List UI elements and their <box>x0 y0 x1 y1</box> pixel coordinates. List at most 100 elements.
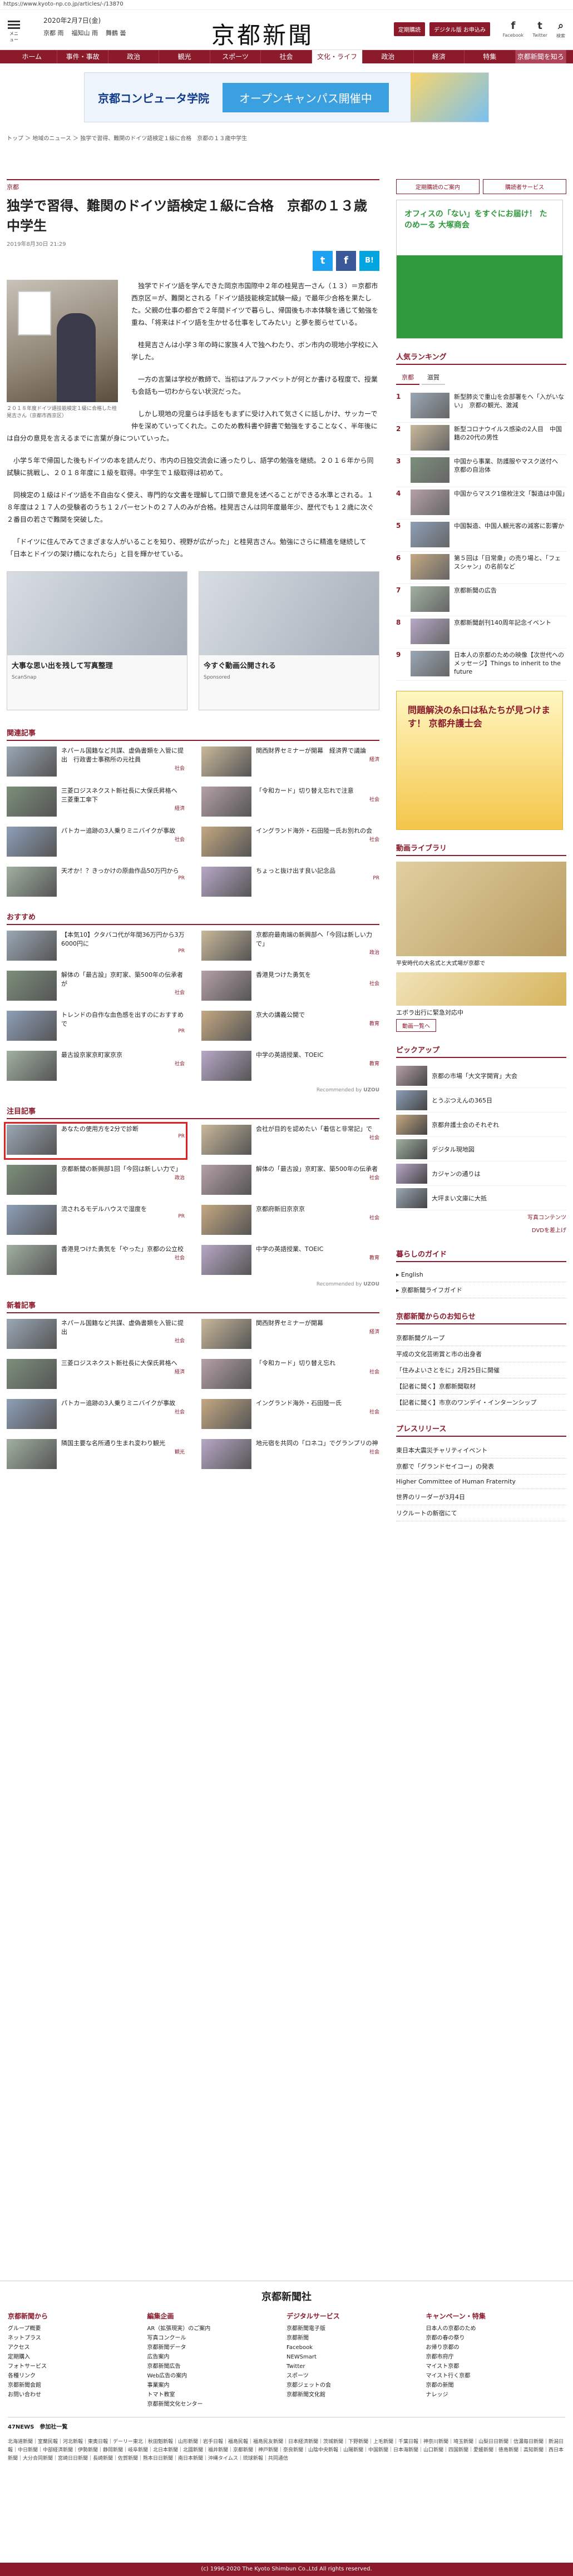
list-item[interactable]: トレンドの自作な血色感を出すのにおすすめで PR <box>7 1011 185 1043</box>
nav-item-3[interactable]: 観光 <box>159 50 210 63</box>
list-item[interactable]: 流されるモデルハウスで湿度を PR <box>7 1205 185 1237</box>
menu-icon[interactable]: メニュー <box>8 19 20 43</box>
url-bar[interactable]: https://www.kyoto-np.co.jp/articles/-/13… <box>0 0 573 10</box>
pickup-item[interactable]: 京都の市場「大文字開宵」大会 <box>396 1064 566 1088</box>
list-item[interactable]: 中学の英語授業、TOEIC 教育 <box>201 1245 379 1277</box>
footer-link[interactable]: 京都の春の祭り <box>426 2333 566 2343</box>
bottom-ad-0[interactable]: 大事な思い出を残して写真整理 ScanSnap <box>7 571 187 710</box>
list-item[interactable]: 解体の「最古設」京町家、築500年の伝承者が 社会 <box>7 971 185 1003</box>
header-button-1[interactable]: デジタル版 お申込み <box>429 22 490 36</box>
list-item[interactable]: ネパール国籍など共謀、虚偽書類を入管に提出 行政書士事務所の元社員 社会 <box>7 746 185 779</box>
notice-link[interactable]: 【記者に聞く】市京のワンデイ・インターンシップ <box>396 1395 566 1411</box>
list-item[interactable]: パトカー追跡の3人乗りミニバイクが事故 社会 <box>7 1399 185 1431</box>
footer-link[interactable]: アクセス <box>8 2343 147 2352</box>
footer-link[interactable]: マイスト京都 <box>426 2362 566 2371</box>
list-item[interactable]: 天才か！？きっかけの原曲作品50万円から PR <box>7 867 185 899</box>
footer-logo[interactable]: 京都新聞社 <box>0 2281 573 2311</box>
list-item[interactable]: ネパール国籍など共謀、虚偽書類を入管に提出 社会 <box>7 1319 185 1351</box>
ranking-item[interactable]: 3 中国から事業、防護服やマスク送付へ 京都の自治体 <box>396 455 566 487</box>
list-item[interactable]: 三菱ロジスネクスト新社長に大保氏昇格へ 三菱重工傘下 経済 <box>7 787 185 819</box>
footer-link[interactable]: ネットプラス <box>8 2333 147 2343</box>
list-item[interactable]: パトカー追跡の3人乗りミニバイクが事故 社会 <box>7 827 185 859</box>
subscribe-button[interactable]: 定期購読のご案内 <box>396 179 480 194</box>
47news-list[interactable]: 北海道新聞｜室蘭民報｜河北新報｜東奥日報｜デーリー東北｜秋田魁新報｜山形新聞｜岩… <box>8 2438 565 2463</box>
footer-link[interactable]: Facebook <box>286 2343 426 2352</box>
footer-link[interactable]: 京都新聞文化館 <box>286 2390 426 2400</box>
footer-link[interactable]: お問い合わせ <box>8 2390 147 2400</box>
footer-link[interactable]: NEWSmart <box>286 2352 426 2362</box>
video-more-button[interactable]: 動画一覧へ <box>396 1019 436 1032</box>
list-item[interactable]: 地元宿を共同の「ロネコ」でグランプリの神 社会 <box>201 1439 379 1471</box>
footer-link[interactable]: 日本人の京都のため <box>426 2324 566 2333</box>
ranking-item[interactable]: 6 第５回は「日常衆」の売り場と、「フェスシャン」の名前など <box>396 552 566 584</box>
subscriber-service-button[interactable]: 購読者サービス <box>483 179 566 194</box>
nav-item-9[interactable]: 特集 <box>465 50 516 63</box>
footer-link[interactable]: グループ概要 <box>8 2324 147 2333</box>
press-link[interactable]: Higher Committee of Human Fraternity <box>396 1475 566 1489</box>
footer-link[interactable]: 京都新聞データ <box>147 2343 287 2352</box>
video-sub[interactable]: エボラ出行に緊急対応中 <box>396 1006 566 1019</box>
list-item[interactable]: 京都新聞の新興部1回「今回は新しい力で」 政治 <box>7 1165 185 1197</box>
footer-link[interactable]: フォトサービス <box>8 2362 147 2371</box>
footer-link[interactable]: AR（拡張現実）のご案内 <box>147 2324 287 2333</box>
footer-link[interactable]: 京都市府庁 <box>426 2352 566 2362</box>
notice-link[interactable]: 京都新聞グループ <box>396 1330 566 1346</box>
video-thumb[interactable] <box>396 862 566 956</box>
facebook-share-icon[interactable]: f <box>336 251 356 271</box>
footer-link[interactable]: Twitter <box>286 2362 426 2371</box>
social-0[interactable]: f Facebook <box>503 20 524 39</box>
extra-link[interactable]: DVDを差上げ <box>396 1223 566 1236</box>
footer-link[interactable]: 京都新聞電子版 <box>286 2324 426 2333</box>
pickup-more[interactable]: 写真コンテンツ <box>396 1210 566 1223</box>
footer-link[interactable]: スポーツ <box>286 2371 426 2381</box>
footer-link[interactable]: トマト教室 <box>147 2390 287 2400</box>
notice-link[interactable]: 【記者に聞く】京都新聞取材 <box>396 1378 566 1395</box>
social-2[interactable]: ⌕ 検索 <box>556 20 565 39</box>
list-item[interactable]: 関西財界セミナーが開幕 経済界で議論 経済 <box>201 746 379 779</box>
nav-item-8[interactable]: 経済 <box>414 50 465 63</box>
breadcrumb[interactable]: トップ ＞ 地域のニュース ＞ 独学で習得、難関のドイツ語検定１級に合格 京都の… <box>0 131 573 144</box>
ranking-item[interactable]: 4 中国からマスク1億枚注文「製造は中国」 <box>396 487 568 520</box>
social-1[interactable]: t Twitter <box>532 20 547 39</box>
footer-link[interactable]: 事業案内 <box>147 2381 287 2390</box>
header-button-0[interactable]: 定期購読 <box>394 22 425 36</box>
press-link[interactable]: 世界のリーダーが3月4日 <box>396 1489 566 1505</box>
list-item[interactable]: 隣国主要な名所通り生まれ変わり観光 観光 <box>7 1439 185 1471</box>
article-image[interactable] <box>7 280 118 402</box>
press-link[interactable]: 京都で「グランドセイコー」の発表 <box>396 1458 566 1475</box>
article-category[interactable]: 京都 <box>7 179 379 191</box>
footer-link[interactable]: 各種リンク <box>8 2371 147 2381</box>
nav-item-1[interactable]: 事件・事故 <box>57 50 108 63</box>
list-item[interactable]: イングランド海外・石田陸一氏お別れの会 社会 <box>201 827 379 859</box>
ranking-item[interactable]: 5 中国製造、中国人観光客の減客に影響か <box>396 520 566 552</box>
ranking-item[interactable]: 9 日本人の京都のための映像【次世代へのメッセージ】Things to inher… <box>396 649 566 681</box>
press-link[interactable]: 東日本大震災チャリティイベント <box>396 1442 566 1458</box>
pickup-item[interactable]: カジャンの通りは <box>396 1161 566 1186</box>
tab-kyoto[interactable]: 京都 <box>396 370 419 385</box>
tab-shiga[interactable]: 滋賀 <box>422 370 445 385</box>
nav-item-6[interactable]: 文化・ライフ <box>312 50 363 63</box>
ranking-item[interactable]: 1 新型肺炎で重山を会部署をへ「入がいない」 京都の観光、激減 <box>396 390 566 423</box>
footer-link[interactable]: Web広告の案内 <box>147 2371 287 2381</box>
bottom-ad-1[interactable]: 今すぐ動画公開される Sponsored <box>199 571 379 710</box>
list-item[interactable]: 香港見つけた勇気を「やった」京都の公立校 社会 <box>7 1245 185 1277</box>
footer-link[interactable]: 京都新聞文化センター <box>147 2400 287 2409</box>
twitter-share-icon[interactable]: t <box>313 251 333 271</box>
list-item[interactable]: 会社が目的を認めたい「着信と非常記」で 社会 <box>201 1125 379 1157</box>
video-thumb-2[interactable] <box>396 972 566 1006</box>
list-item[interactable]: 【本気10】クタバコ代が年間36万円から3万6000円に PR <box>7 931 185 963</box>
list-item[interactable]: 「令和カード」切り替え忘れで注意 社会 <box>201 787 379 819</box>
top-banner-ad[interactable]: 京都コンピュータ学院 オープンキャンパス開催中 <box>84 72 489 122</box>
nav-item-2[interactable]: 政治 <box>108 50 160 63</box>
footer-link[interactable]: 京都新聞広告 <box>147 2362 287 2371</box>
pickup-item[interactable]: とうぶつえんの365日 <box>396 1088 566 1113</box>
list-item[interactable]: 京大の講義公開で 教育 <box>201 1011 379 1043</box>
list-item[interactable]: 解体の「最古設」京町家、築500年の伝承者 社会 <box>201 1165 379 1197</box>
list-item[interactable]: あなたの使用方を2分で診断 PR <box>4 1122 187 1160</box>
press-link[interactable]: リクルートの新宿にて <box>396 1505 566 1521</box>
notice-link[interactable]: 「住みよいさとをに」2月25日に開催 <box>396 1362 566 1378</box>
nav-item-0[interactable]: ホーム <box>7 50 58 63</box>
pickup-item[interactable]: デジタル現地図 <box>396 1137 566 1161</box>
nav-item-4[interactable]: スポーツ <box>210 50 261 63</box>
list-item[interactable]: 京都府新旧京京京 社会 <box>201 1205 379 1237</box>
